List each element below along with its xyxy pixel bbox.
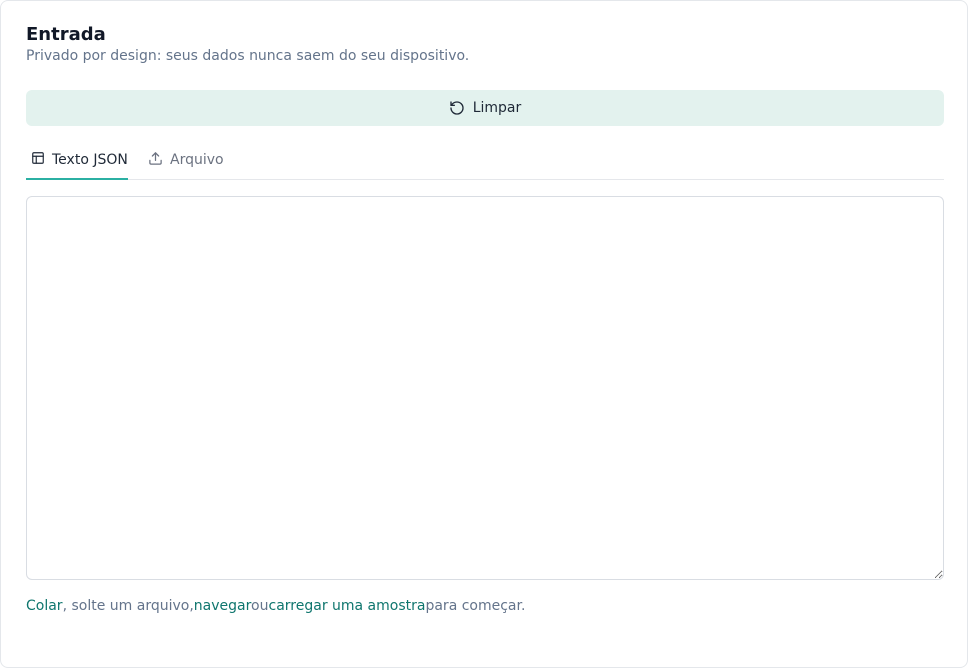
upload-icon	[148, 151, 163, 170]
tab-file-label: Arquivo	[170, 152, 224, 168]
hint-text-1: , solte um arquivo,	[62, 598, 194, 614]
input-panel: Entrada Privado por design: seus dados n…	[0, 0, 968, 668]
tab-json-text-label: Texto JSON	[52, 151, 128, 168]
paste-link[interactable]: Colar	[26, 598, 63, 614]
table-icon	[31, 151, 45, 169]
panel-subtitle: Privado por design: seus dados nunca sae…	[26, 48, 470, 64]
clear-button[interactable]: Limpar	[26, 90, 944, 126]
input-tabs: Texto JSON Arquivo	[26, 141, 944, 180]
hint-text-2: ou	[251, 598, 269, 614]
input-hint: Colar, solte um arquivo,navegaroucarrega…	[26, 597, 525, 615]
panel-title: Entrada	[26, 24, 106, 45]
hint-text-3: para começar.	[425, 598, 526, 614]
clear-button-label: Limpar	[472, 100, 522, 116]
tab-json-text[interactable]: Texto JSON	[26, 141, 128, 180]
load-sample-link[interactable]: carregar uma amostra	[269, 598, 426, 614]
tab-file[interactable]: Arquivo	[148, 141, 224, 179]
rotate-ccw-icon	[449, 100, 465, 116]
browse-link[interactable]: navegar	[194, 598, 251, 614]
json-text-input[interactable]	[26, 196, 944, 580]
